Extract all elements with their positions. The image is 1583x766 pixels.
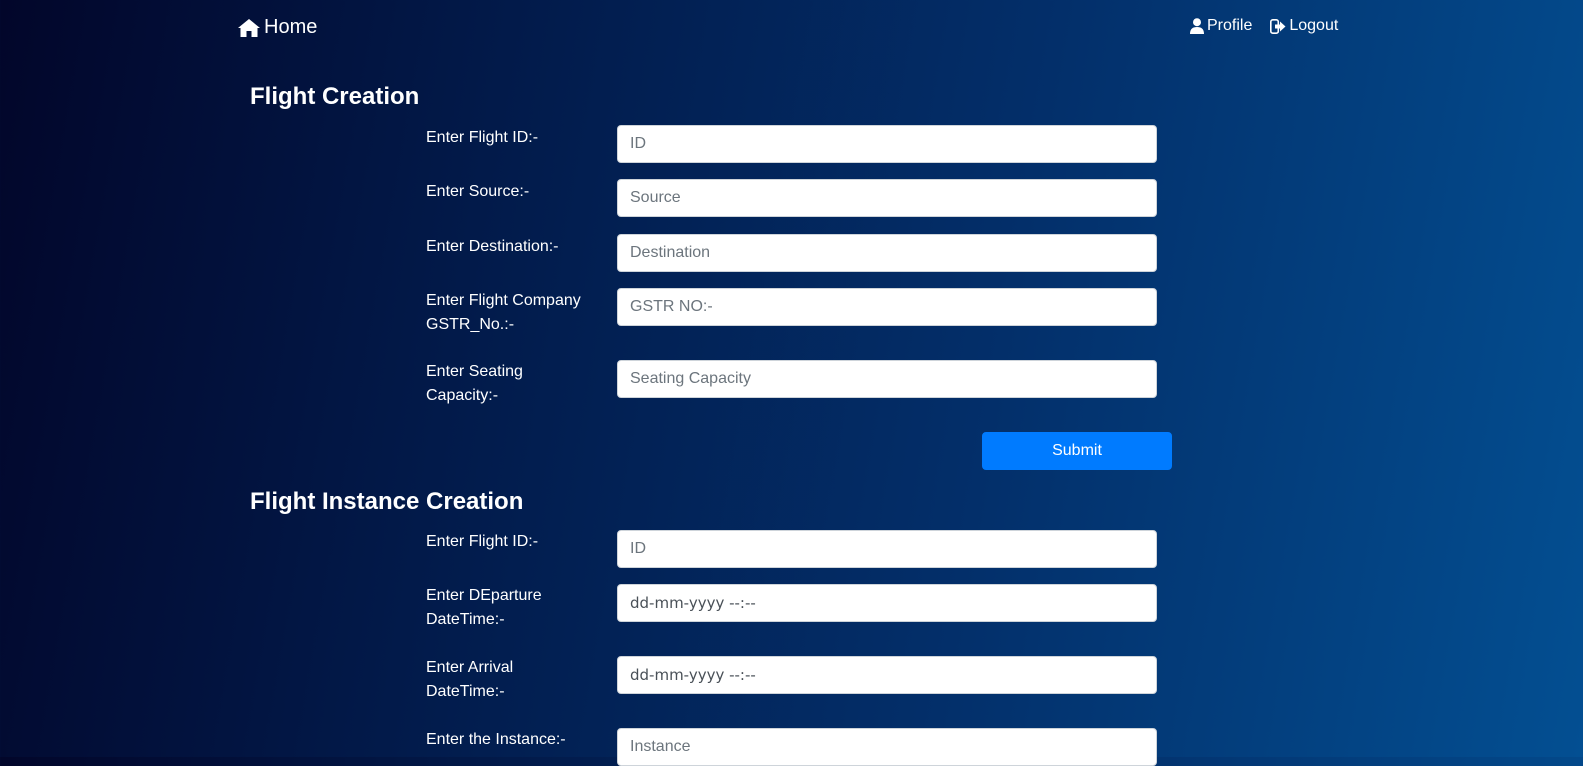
home-label: Home xyxy=(264,16,318,38)
seating-capacity-label-line2: Capacity:- xyxy=(426,387,499,404)
user-icon xyxy=(1190,18,1204,34)
profile-label: Profile xyxy=(1207,17,1253,34)
seating-capacity-label-line1: Enter Seating xyxy=(426,363,523,380)
flight-creation-title: Flight Creation xyxy=(250,83,420,110)
nav-right: Profile Logout xyxy=(1190,17,1338,35)
home-icon xyxy=(237,18,261,38)
gstr-label: Enter Flight Company GSTR_No.:- xyxy=(426,289,596,337)
departure-datetime-label-line1: Enter DEparture xyxy=(426,587,542,604)
instance-flight-id-input[interactable] xyxy=(617,530,1157,568)
gstr-label-line2: GSTR_No.:- xyxy=(426,316,515,333)
seating-capacity-input[interactable] xyxy=(617,360,1157,398)
destination-label: Enter Destination:- xyxy=(426,238,559,255)
profile-link[interactable]: Profile xyxy=(1190,17,1252,35)
home-link[interactable]: Home xyxy=(237,16,317,39)
departure-datetime-label: Enter DEparture DateTime:- xyxy=(426,584,596,632)
logout-label: Logout xyxy=(1289,17,1339,34)
gstr-input[interactable] xyxy=(617,288,1157,326)
arrival-datetime-label: Enter Arrival DateTime:- xyxy=(426,656,596,704)
source-label: Enter Source:- xyxy=(426,183,530,200)
arrival-datetime-input[interactable] xyxy=(617,656,1157,694)
gstr-label-line1: Enter Flight Company xyxy=(426,292,581,309)
logout-link[interactable]: Logout xyxy=(1270,17,1338,35)
instance-label: Enter the Instance:- xyxy=(426,731,566,748)
sign-out-icon xyxy=(1270,18,1286,34)
submit-button[interactable]: Submit xyxy=(982,432,1172,470)
departure-datetime-label-line2: DateTime:- xyxy=(426,611,505,628)
flight-id-label: Enter Flight ID:- xyxy=(426,129,539,146)
flight-instance-creation-title: Flight Instance Creation xyxy=(250,488,524,515)
arrival-datetime-label-line2: DateTime:- xyxy=(426,683,505,700)
arrival-datetime-label-line1: Enter Arrival xyxy=(426,659,514,676)
flight-id-input[interactable] xyxy=(617,125,1157,163)
source-input[interactable] xyxy=(617,179,1157,217)
departure-datetime-input[interactable] xyxy=(617,584,1157,622)
instance-flight-id-label: Enter Flight ID:- xyxy=(426,533,539,550)
instance-input[interactable] xyxy=(617,728,1157,766)
destination-input[interactable] xyxy=(617,234,1157,272)
seating-capacity-label: Enter Seating Capacity:- xyxy=(426,360,596,408)
